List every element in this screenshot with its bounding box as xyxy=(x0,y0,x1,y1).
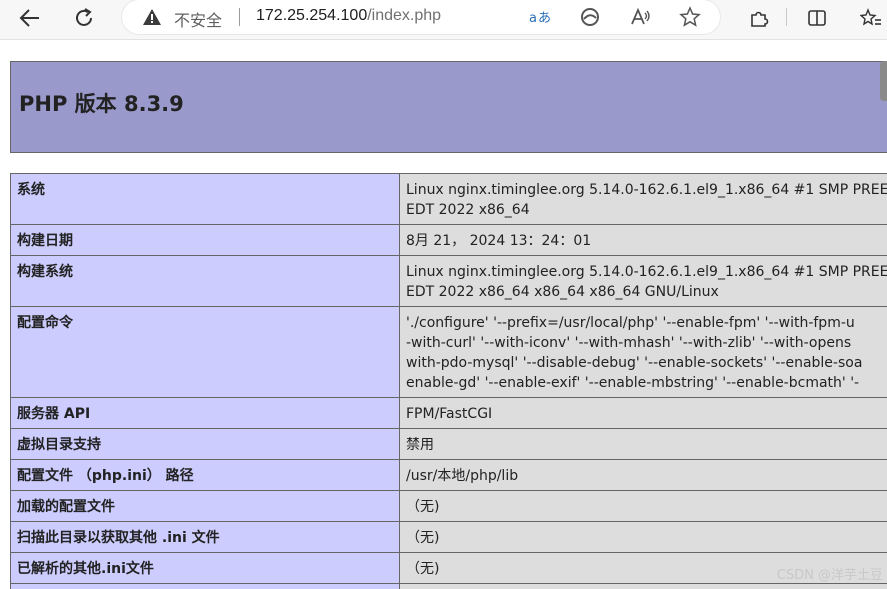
row-value: './configure' '--prefix=/usr/local/php' … xyxy=(399,306,887,398)
row-value: （无) xyxy=(399,490,887,522)
row-value-line: enable-gd' '--enable-exif' '--enable-mbs… xyxy=(406,375,860,391)
table-row: 虚拟目录支持 禁用 xyxy=(10,428,887,460)
security-label[interactable]: 不安全 xyxy=(174,7,222,31)
row-value: 8月 21， 2024 13：24：01 xyxy=(399,224,887,256)
row-value-line: -with-curl' '--with-iconv' '--with-mhash… xyxy=(406,335,852,351)
scrollbar-thumb[interactable] xyxy=(880,61,887,101)
url-host: 172.25.254.100 xyxy=(256,7,368,24)
table-row: 服务器 API FPM/FastCGI xyxy=(10,397,887,429)
row-value: 禁用 xyxy=(399,428,887,460)
puzzle-icon xyxy=(751,11,769,27)
row-value-line: 禁用 xyxy=(406,437,434,453)
url-text[interactable]: 172.25.254.100/index.php xyxy=(256,7,441,25)
php-info-table: 系统 Linux nginx.timinglee.org 5.14.0-162.6… xyxy=(10,173,887,589)
row-value-line: FPM/FastCGI xyxy=(406,406,493,422)
row-value-line: EDT 2022 x86_64 x86_64 x86_64 GNU/Linux xyxy=(406,284,719,300)
page-content: PHP 版本 8.3.9 系统 Linux nginx.timinglee.org… xyxy=(0,41,887,589)
read-aloud-icon xyxy=(631,7,650,25)
favorite-button[interactable] xyxy=(678,5,702,29)
row-key: 配置命令 xyxy=(10,306,400,398)
php-header: PHP 版本 8.3.9 xyxy=(10,61,887,153)
table-row: 配置文件 （php.ini） 路径/usr/本地/php/lib xyxy=(10,459,887,491)
row-key: 扫描此目录以获取其他 .ini 文件 xyxy=(10,521,400,553)
refresh-icon xyxy=(76,8,92,26)
row-key: 系统 xyxy=(10,173,400,225)
table-row: 已解析的其他.ini文件 （无) xyxy=(10,552,887,584)
split-screen-button[interactable] xyxy=(802,4,832,32)
watermark: CSDN @洋芋土豆 xyxy=(776,568,883,583)
row-key: 配置文件 （php.ini） 路径 xyxy=(10,459,400,491)
browser-toolbar: 不安全 172.25.254.100/index.php a あ xyxy=(0,0,887,40)
toolbar-divider xyxy=(786,8,787,26)
table-row: 系统 Linux nginx.timinglee.org 5.14.0-162.6… xyxy=(10,173,887,225)
row-key xyxy=(10,583,400,589)
row-value: Linux nginx.timinglee.org 5.14.0-162.6.1… xyxy=(399,255,887,307)
row-key: 构建日期 xyxy=(10,224,400,256)
address-bar[interactable]: 不安全 172.25.254.100/index.php a あ xyxy=(122,0,720,34)
table-row: 构建日期 8月 21， 2024 13：24：01 xyxy=(10,224,887,256)
page-title: PHP 版本 8.3.9 xyxy=(19,92,184,116)
back-button[interactable] xyxy=(14,4,46,32)
star-icon xyxy=(679,6,701,27)
row-key: 已解析的其他.ini文件 xyxy=(10,552,400,584)
refresh-button[interactable] xyxy=(68,4,100,32)
split-screen-icon xyxy=(808,10,826,26)
edge-button[interactable] xyxy=(578,5,602,29)
favorites-bar-button[interactable] xyxy=(856,4,886,32)
warning-icon[interactable] xyxy=(142,7,162,27)
row-key: 构建系统 xyxy=(10,255,400,307)
row-value-line: （无) xyxy=(406,499,440,515)
table-row: 配置命令 './configure' '--prefix=/usr/local/p… xyxy=(10,306,887,398)
row-value-line: Linux nginx.timinglee.org 5.14.0-162.6.1… xyxy=(406,264,887,280)
row-value-line: './configure' '--prefix=/usr/local/php' … xyxy=(406,315,855,331)
favorites-icon xyxy=(860,8,881,26)
svg-text:a: a xyxy=(529,11,537,26)
table-row xyxy=(10,583,887,589)
row-value-line: Linux nginx.timinglee.org 5.14.0-162.6.1… xyxy=(406,182,887,198)
translate-icon: a あ xyxy=(529,11,551,26)
read-aloud-button[interactable] xyxy=(628,5,652,29)
row-value-line: /usr/本地/php/lib xyxy=(406,468,519,484)
row-key: 服务器 API xyxy=(10,397,400,429)
row-value xyxy=(399,583,887,589)
row-value-line: （无) xyxy=(406,530,440,546)
svg-text:あ: あ xyxy=(538,11,551,26)
row-key: 虚拟目录支持 xyxy=(10,428,400,460)
row-value-line: EDT 2022 x86_64 xyxy=(406,202,530,218)
table-row: 扫描此目录以获取其他 .ini 文件 （无) xyxy=(10,521,887,553)
row-value-line: with-pdo-mysql' '--disable-debug' '--ena… xyxy=(406,355,863,371)
extensions-button[interactable] xyxy=(744,4,774,32)
table-row: 构建系统 Linux nginx.timinglee.org 5.14.0-162… xyxy=(10,255,887,307)
row-value: Linux nginx.timinglee.org 5.14.0-162.6.1… xyxy=(399,173,887,225)
row-value: （无) xyxy=(399,521,887,553)
translate-button[interactable]: a あ xyxy=(528,5,552,29)
table-row: 加载的配置文件 （无) xyxy=(10,490,887,522)
row-key: 加载的配置文件 xyxy=(10,490,400,522)
row-value: FPM/FastCGI xyxy=(399,397,887,429)
address-divider xyxy=(239,8,240,26)
row-value-line: 8月 21， 2024 13：24：01 xyxy=(406,233,592,249)
edge-swirl-icon xyxy=(581,8,599,26)
url-path: /index.php xyxy=(367,7,442,24)
back-arrow-icon xyxy=(19,9,39,27)
row-value: /usr/本地/php/lib xyxy=(399,459,887,491)
